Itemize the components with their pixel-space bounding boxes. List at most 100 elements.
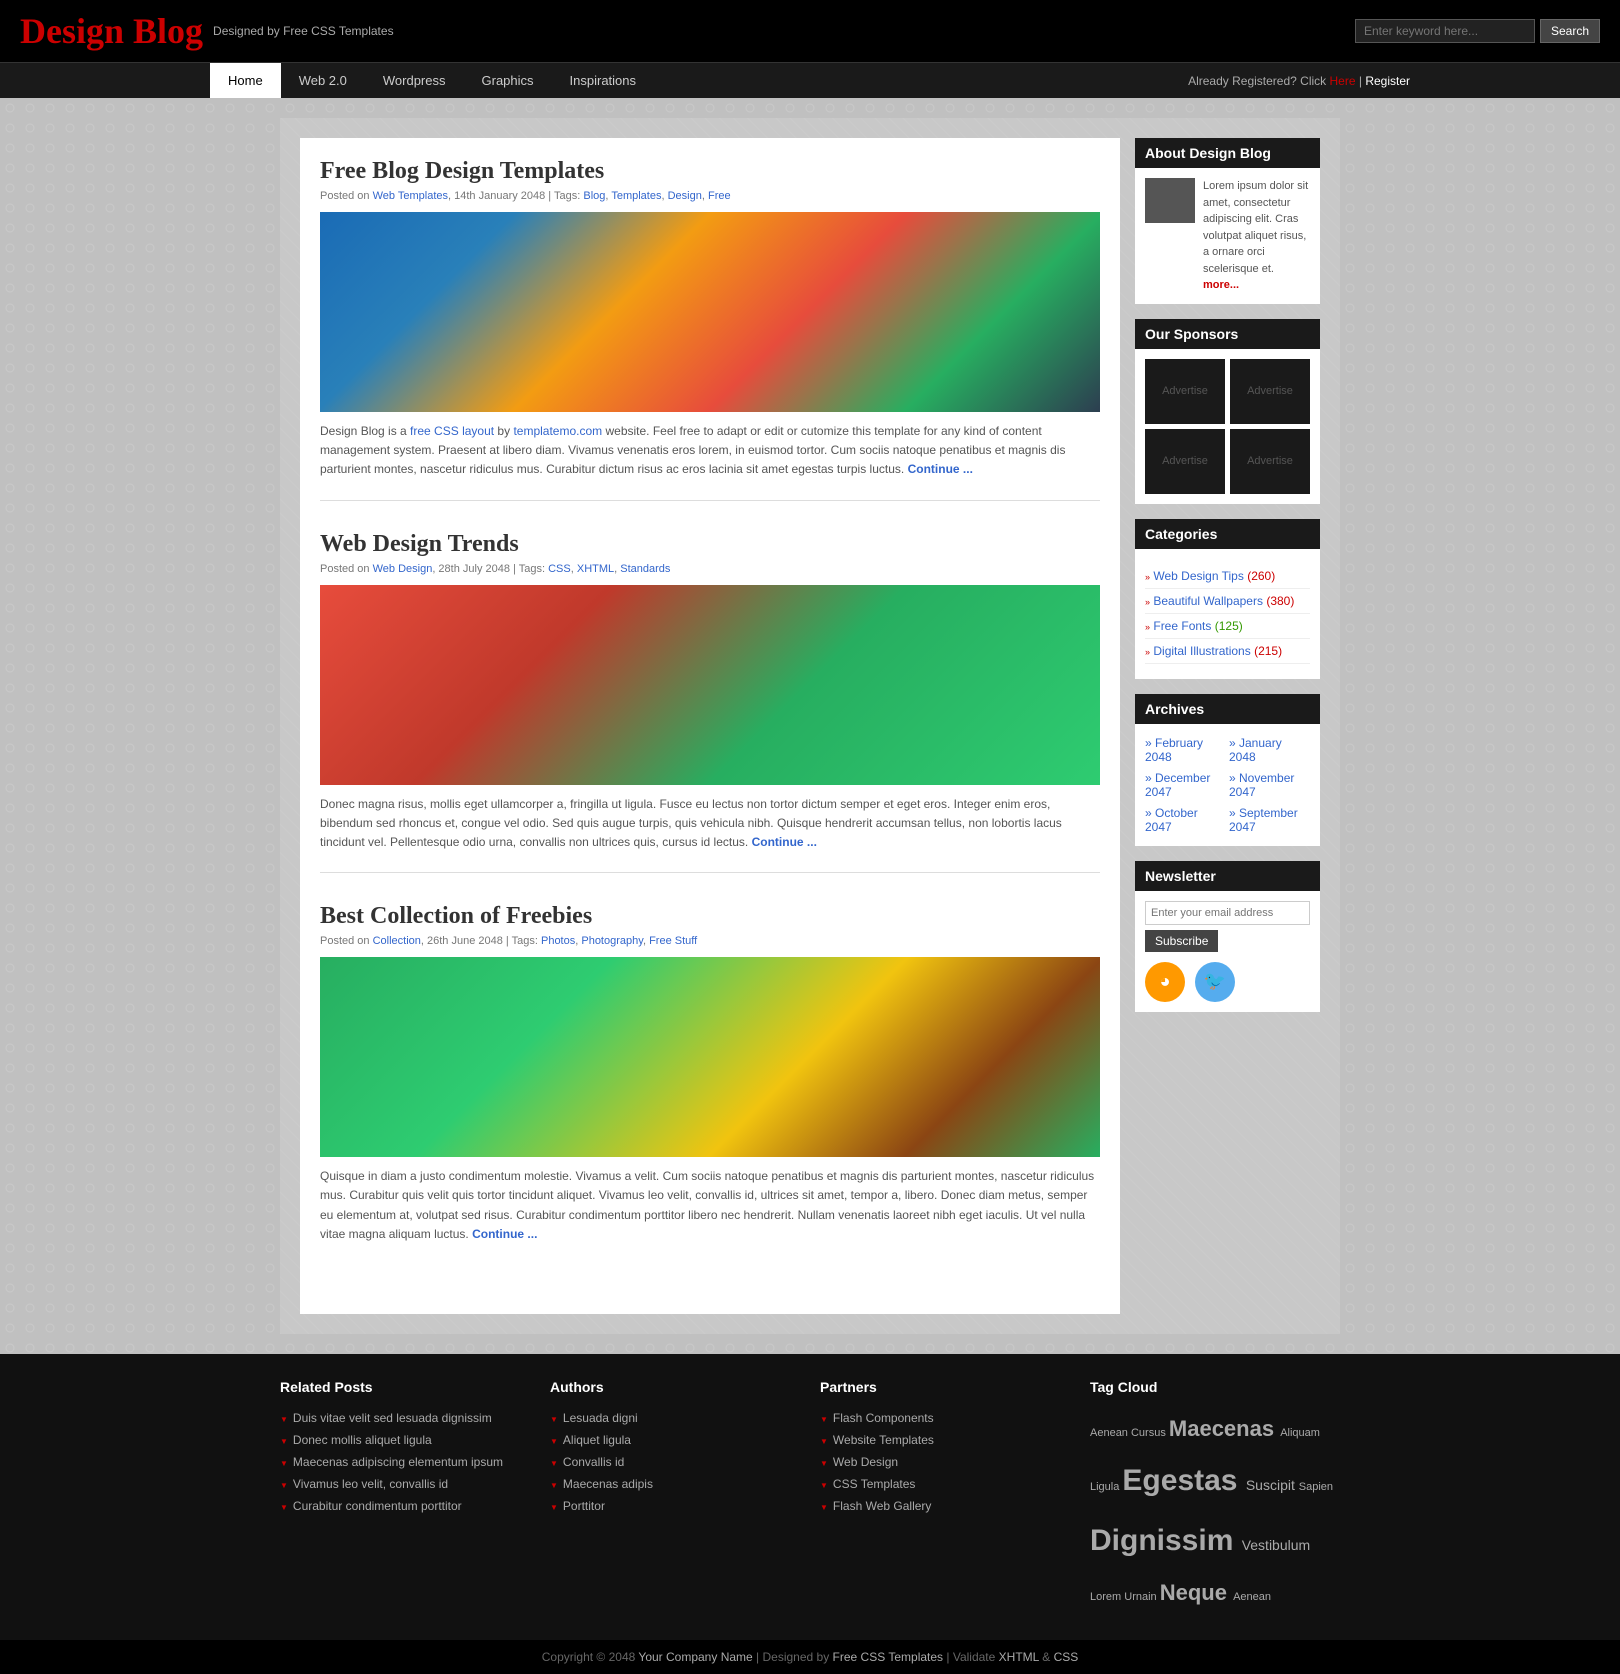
tag-egestas[interactable]: Egestas — [1122, 1464, 1245, 1497]
newsletter-title: Newsletter — [1135, 861, 1320, 891]
category-3-link[interactable]: Free Fonts — [1153, 619, 1211, 633]
related-post-3-link[interactable]: Maecenas adipiscing elementum ipsum — [293, 1455, 503, 1469]
post-3-tag-photos[interactable]: Photos — [541, 935, 575, 947]
author-1-link[interactable]: Lesuada digni — [563, 1411, 638, 1425]
author-4-link[interactable]: Maecenas adipis — [563, 1477, 653, 1491]
nav-links: Home Web 2.0 Wordpress Graphics Inspirat… — [210, 63, 654, 98]
partner-2-link[interactable]: Website Templates — [833, 1433, 934, 1447]
author-3-link[interactable]: Convallis id — [563, 1455, 624, 1469]
footer-related-posts: Related Posts Duis vitae velit sed lesua… — [280, 1379, 530, 1615]
post-2-tag-xhtml[interactable]: XHTML — [577, 563, 614, 575]
rss-icon[interactable]: ◕ — [1145, 962, 1185, 1002]
sponsor-3[interactable]: Advertise — [1145, 429, 1225, 494]
post-2-continue[interactable]: Continue ... — [752, 835, 817, 849]
nav-wordpress[interactable]: Wordpress — [365, 63, 464, 98]
tag-aliquam[interactable]: Aliquam — [1280, 1427, 1320, 1439]
post-2-meta-link[interactable]: Web Design — [373, 563, 433, 575]
footer-tagcloud: Tag Cloud Aenean Cursus Maecenas Aliquam… — [1090, 1379, 1340, 1615]
categories-content: » Web Design Tips (260) » Beautiful Wall… — [1135, 549, 1320, 679]
author-5-link[interactable]: Porttitor — [563, 1499, 605, 1513]
nav-web20[interactable]: Web 2.0 — [281, 63, 365, 98]
post-1-link-css[interactable]: free CSS layout — [410, 424, 494, 438]
post-1-tag-free[interactable]: Free — [708, 190, 731, 202]
tag-maecenas[interactable]: Maecenas — [1169, 1416, 1280, 1441]
tag-vestibulum[interactable]: Vestibulum — [1242, 1537, 1310, 1553]
newsletter-widget: Newsletter Subscribe ◕ 🐦 — [1135, 861, 1320, 1012]
post-1-meta-link-webtemplates[interactable]: Web Templates — [373, 190, 448, 202]
post-1-tag-blog[interactable]: Blog — [583, 190, 605, 202]
archive-nov-2047[interactable]: » November 2047 — [1229, 769, 1310, 801]
archive-oct-2047[interactable]: » October 2047 — [1145, 804, 1226, 836]
tag-aenean[interactable]: Aenean — [1090, 1427, 1131, 1439]
post-2-tag-standards[interactable]: Standards — [620, 563, 670, 575]
partner-1-link[interactable]: Flash Components — [833, 1411, 934, 1425]
nav-graphics[interactable]: Graphics — [464, 63, 552, 98]
about-more-link[interactable]: more... — [1203, 279, 1239, 291]
tag-ligula[interactable]: Ligula — [1090, 1481, 1122, 1493]
register-link[interactable]: Register — [1365, 74, 1410, 88]
css-link[interactable]: CSS — [1054, 1650, 1079, 1664]
post-1-tag-design[interactable]: Design — [668, 190, 702, 202]
category-4-link[interactable]: Digital Illustrations — [1153, 644, 1250, 658]
post-3-continue[interactable]: Continue ... — [472, 1227, 537, 1241]
tag-neque[interactable]: Neque — [1160, 1580, 1233, 1605]
search-button[interactable]: Search — [1540, 19, 1600, 43]
related-post-5-link[interactable]: Curabitur condimentum porttitor — [293, 1499, 462, 1513]
related-post-2: Donec mollis aliquet ligula — [280, 1429, 530, 1451]
post-1-title: Free Blog Design Templates — [320, 158, 1100, 185]
archive-jan-2048[interactable]: » January 2048 — [1229, 734, 1310, 766]
tag-aenean2[interactable]: Aenean — [1233, 1591, 1271, 1603]
search-input[interactable] — [1355, 19, 1535, 43]
footer-partners: Partners Flash Components Website Templa… — [820, 1379, 1070, 1615]
author-2-link[interactable]: Aliquet ligula — [563, 1433, 631, 1447]
newsletter-input[interactable] — [1145, 901, 1310, 925]
page-wrapper: Free Blog Design Templates Posted on Web… — [280, 118, 1340, 1334]
company-link[interactable]: Your Company Name — [638, 1650, 752, 1664]
post-2-tag-css[interactable]: CSS — [548, 563, 571, 575]
related-post-2-link[interactable]: Donec mollis aliquet ligula — [293, 1433, 432, 1447]
archive-feb-2048[interactable]: » February 2048 — [1145, 734, 1226, 766]
nav-bar: Home Web 2.0 Wordpress Graphics Inspirat… — [0, 62, 1620, 98]
tag-sapien[interactable]: Sapien — [1299, 1481, 1333, 1493]
post-3-meta-link[interactable]: Collection — [373, 935, 421, 947]
tag-lorem[interactable]: Lorem — [1090, 1591, 1124, 1603]
tag-dignissim[interactable]: Dignissim — [1090, 1524, 1242, 1557]
sponsor-4[interactable]: Advertise — [1230, 429, 1310, 494]
post-2-image — [320, 585, 1100, 785]
partner-3-link[interactable]: Web Design — [833, 1455, 898, 1469]
categories-title: Categories — [1135, 519, 1320, 549]
xhtml-link[interactable]: XHTML — [999, 1650, 1039, 1664]
post-1-tag-templates[interactable]: Templates — [611, 190, 661, 202]
authors-title: Authors — [550, 1379, 800, 1395]
related-post-1-link[interactable]: Duis vitae velit sed lesuada dignissim — [293, 1411, 492, 1425]
tag-cursus[interactable]: Cursus — [1131, 1427, 1169, 1439]
category-1-link[interactable]: Web Design Tips — [1153, 569, 1244, 583]
twitter-icon[interactable]: 🐦 — [1195, 962, 1235, 1002]
partner-5-link[interactable]: Flash Web Gallery — [833, 1499, 931, 1513]
post-3-tag-freestuff[interactable]: Free Stuff — [649, 935, 697, 947]
related-posts-title: Related Posts — [280, 1379, 530, 1395]
post-1-link-templatemo[interactable]: templatemo.com — [513, 424, 602, 438]
archives-content: » February 2048 » January 2048 » Decembe… — [1135, 724, 1320, 846]
validate-text: | Validate — [946, 1650, 998, 1664]
partner-4-link[interactable]: CSS Templates — [833, 1477, 915, 1491]
archive-sep-2047[interactable]: » September 2047 — [1229, 804, 1310, 836]
post-1-text: Design Blog is a free CSS layout by temp… — [320, 422, 1100, 480]
category-2-link[interactable]: Beautiful Wallpapers — [1153, 594, 1263, 608]
tag-urnain[interactable]: Urnain — [1124, 1591, 1159, 1603]
tag-suscipit[interactable]: Suscipit — [1246, 1477, 1299, 1493]
archive-dec-2047[interactable]: » December 2047 — [1145, 769, 1226, 801]
newsletter-subscribe-button[interactable]: Subscribe — [1145, 930, 1218, 952]
authors-list: Lesuada digni Aliquet ligula Convallis i… — [550, 1407, 800, 1517]
here-link[interactable]: Here — [1330, 74, 1356, 88]
related-post-4-link[interactable]: Vivamus leo velit, convallis id — [293, 1477, 448, 1491]
post-1-continue[interactable]: Continue ... — [908, 462, 973, 476]
nav-inspirations[interactable]: Inspirations — [552, 63, 654, 98]
sponsors-content: Advertise Advertise Advertise Advertise — [1135, 349, 1320, 504]
post-1-image — [320, 212, 1100, 412]
post-3-tag-photography[interactable]: Photography — [581, 935, 643, 947]
sponsor-2[interactable]: Advertise — [1230, 359, 1310, 424]
sponsor-1[interactable]: Advertise — [1145, 359, 1225, 424]
nav-home[interactable]: Home — [210, 63, 281, 98]
css-templates-link[interactable]: Free CSS Templates — [833, 1650, 944, 1664]
